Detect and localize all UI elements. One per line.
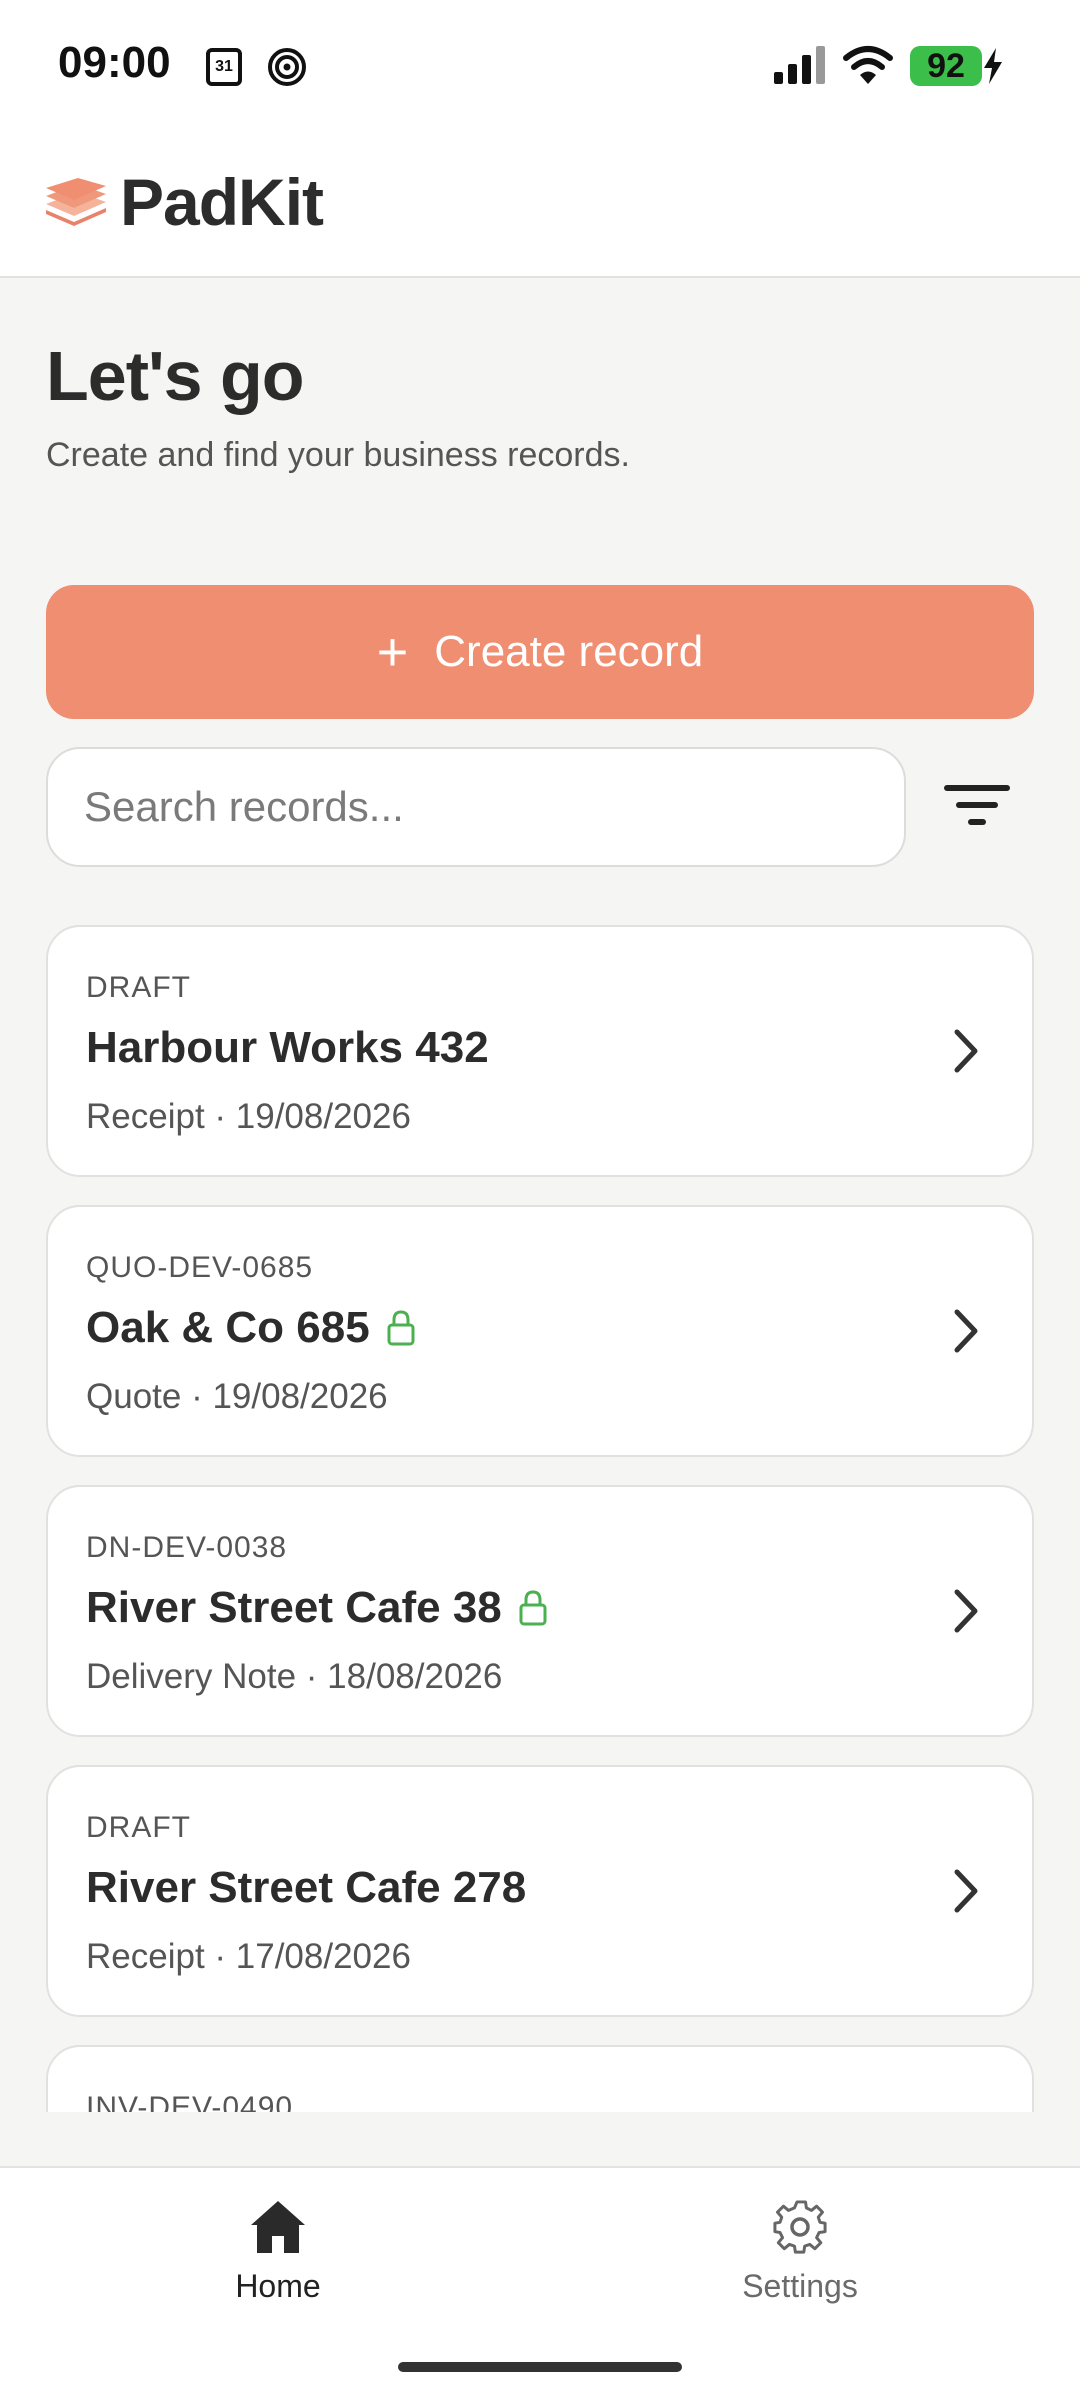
record-title: Oak & Co 685	[86, 1303, 370, 1352]
spiral-icon	[268, 48, 306, 86]
record-meta: Quote · 19/08/2026	[86, 1377, 388, 1416]
nav-item-home[interactable]: Home	[148, 2198, 408, 2318]
gear-icon	[773, 2200, 827, 2254]
charging-bolt-icon	[984, 48, 1002, 84]
app-header: PadKit	[0, 132, 1080, 278]
record-card[interactable]: DRAFT River Street Cafe 278 Receipt · 17…	[46, 1765, 1034, 2017]
home-icon	[251, 2201, 305, 2253]
status-bar: 09:00 31 92	[0, 0, 1080, 132]
page-title: Let's go	[46, 337, 305, 415]
wifi-icon	[843, 46, 893, 84]
record-code: QUO-DEV-0685	[86, 1251, 314, 1284]
records-list: DRAFT Harbour Works 432 Receipt · 19/08/…	[0, 925, 1080, 2112]
nav-label-home: Home	[235, 2268, 321, 2304]
nav-label-settings: Settings	[742, 2268, 858, 2304]
page-subtitle: Create and find your business records.	[46, 436, 630, 474]
record-card[interactable]: DRAFT Harbour Works 432 Receipt · 19/08/…	[46, 925, 1034, 1177]
home-indicator	[398, 2362, 682, 2372]
chevron-right-icon	[954, 1029, 978, 1073]
record-card[interactable]: INV-DEV-0490	[46, 2045, 1034, 2112]
record-code: DRAFT	[86, 971, 191, 1004]
app-name: PadKit	[120, 165, 324, 239]
record-code: DRAFT	[86, 1811, 191, 1844]
calendar-icon: 31	[206, 48, 242, 86]
signal-icon	[774, 46, 825, 84]
record-code: INV-DEV-0490	[86, 2091, 294, 2112]
chevron-right-icon	[954, 1869, 978, 1913]
plus-icon: +	[376, 622, 409, 682]
nav-item-settings[interactable]: Settings	[670, 2198, 930, 2318]
search-input[interactable]	[46, 747, 906, 867]
lock-icon	[519, 1590, 547, 1626]
status-time: 09:00	[58, 38, 171, 87]
record-meta: Receipt · 19/08/2026	[86, 1097, 411, 1136]
lock-icon	[387, 1310, 415, 1346]
screen: 09:00 31 92 PadKit Let's go Create and f…	[0, 0, 1080, 2400]
battery-icon: 92	[910, 46, 982, 86]
create-record-button[interactable]: + Create record	[46, 585, 1034, 719]
filter-icon[interactable]	[940, 775, 1016, 835]
stacked-pads-logo-icon	[46, 178, 106, 226]
record-meta: Delivery Note · 18/08/2026	[86, 1657, 503, 1696]
record-title: Harbour Works 432	[86, 1023, 489, 1072]
record-card[interactable]: DN-DEV-0038 River Street Cafe 38 Deliver…	[46, 1485, 1034, 1737]
record-meta: Receipt · 17/08/2026	[86, 1937, 411, 1976]
chevron-right-icon	[954, 1589, 978, 1633]
chevron-right-icon	[954, 1309, 978, 1353]
record-code: DN-DEV-0038	[86, 1531, 288, 1564]
record-card[interactable]: QUO-DEV-0685 Oak & Co 685 Quote · 19/08/…	[46, 1205, 1034, 1457]
record-title: River Street Cafe 278	[86, 1863, 527, 1912]
create-record-label: Create record	[434, 627, 704, 676]
record-title: River Street Cafe 38	[86, 1583, 502, 1632]
